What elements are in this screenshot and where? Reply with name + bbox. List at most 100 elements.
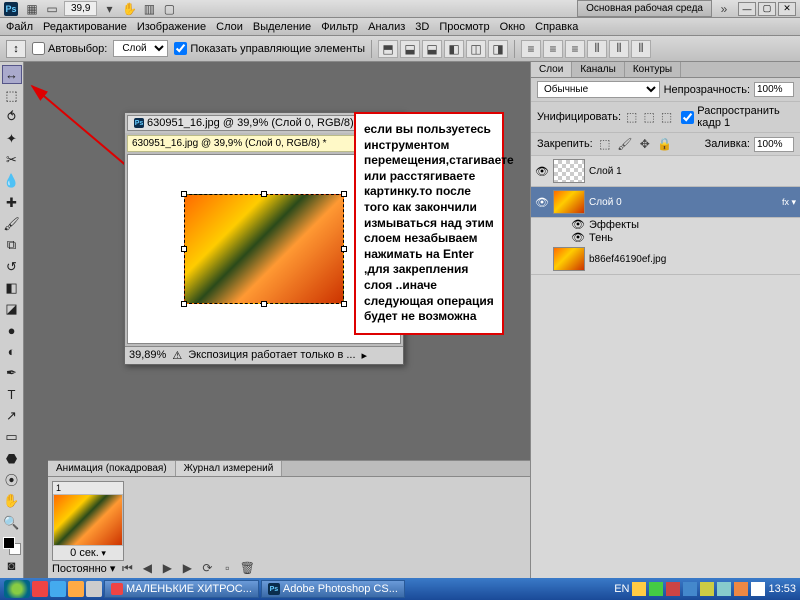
tab-measurements[interactable]: Журнал измерений — [176, 461, 283, 476]
stamp-tool[interactable]: ⧉ — [2, 236, 22, 255]
unify-style-icon[interactable]: ⬚ — [660, 109, 673, 125]
dist-left-icon[interactable]: ⫴ — [587, 40, 607, 58]
tab-paths[interactable]: Контуры — [625, 62, 681, 77]
minimize-button[interactable]: — — [738, 2, 756, 16]
zoom-tool[interactable]: 🔍 — [2, 513, 22, 532]
dist-top-icon[interactable]: ≡ — [521, 40, 541, 58]
transform-handle[interactable] — [341, 191, 347, 197]
tray-icon[interactable] — [700, 582, 714, 596]
propagate-checkbox[interactable]: Распространить кадр 1 — [681, 105, 794, 129]
fx-badge-icon[interactable]: fx ▾ — [782, 197, 796, 208]
3d-tool[interactable]: ⬣ — [2, 449, 22, 468]
current-tool-icon[interactable]: ↕ — [6, 40, 26, 58]
blend-mode-select[interactable]: Обычные — [537, 81, 660, 98]
eye-icon[interactable]: 👁 — [571, 231, 585, 244]
transform-handle[interactable] — [261, 191, 267, 197]
language-indicator[interactable]: EN — [614, 583, 629, 595]
visibility-icon[interactable]: 👁 — [535, 165, 549, 178]
gradient-tool[interactable]: ◪ — [2, 300, 22, 319]
wand-tool[interactable]: ✦ — [2, 129, 22, 148]
arrange-icon[interactable]: ▥ — [141, 1, 157, 17]
eraser-tool[interactable]: ◧ — [2, 278, 22, 297]
hand-icon[interactable]: ✋ — [121, 1, 137, 17]
path-tool[interactable]: ↗ — [2, 406, 22, 425]
tab-animation[interactable]: Анимация (покадровая) — [48, 461, 176, 476]
layer-name[interactable]: Слой 1 — [589, 166, 622, 177]
dist-hcenter-icon[interactable]: ⫴ — [609, 40, 629, 58]
tray-icon[interactable] — [751, 582, 765, 596]
menu-layer[interactable]: Слои — [216, 21, 243, 33]
bridge-icon[interactable]: ▦ — [24, 1, 40, 17]
zoom-dropdown-icon[interactable]: ▾ — [101, 1, 117, 17]
menu-filter[interactable]: Фильтр — [321, 21, 358, 33]
layer-effect-shadow[interactable]: 👁 Тень — [531, 231, 800, 244]
type-tool[interactable]: T — [2, 385, 22, 404]
color-swatches[interactable] — [3, 537, 21, 554]
animation-frame[interactable]: 1 0 сек. ▾ — [52, 481, 124, 561]
menu-help[interactable]: Справка — [535, 21, 578, 33]
transform-handle[interactable] — [181, 191, 187, 197]
marquee-tool[interactable]: ⬚ — [2, 86, 22, 105]
align-right-icon[interactable]: ◨ — [488, 40, 508, 58]
layer-name[interactable]: Слой 0 — [589, 197, 622, 208]
align-left-icon[interactable]: ◧ — [444, 40, 464, 58]
transform-handle[interactable] — [341, 301, 347, 307]
status-zoom[interactable]: 39,89% — [129, 349, 166, 362]
align-vcenter-icon[interactable]: ⬓ — [400, 40, 420, 58]
unify-visibility-icon[interactable]: ⬚ — [642, 109, 655, 125]
tray-icon[interactable] — [734, 582, 748, 596]
transform-handle[interactable] — [181, 301, 187, 307]
frame-delay[interactable]: 0 сек. ▾ — [53, 546, 123, 560]
ql-opera-icon[interactable] — [32, 581, 48, 597]
tray-icon[interactable] — [717, 582, 731, 596]
prev-frame-icon[interactable]: ◀ — [139, 560, 155, 576]
pen-tool[interactable]: ✒ — [2, 364, 22, 383]
taskbar-item[interactable]: МАЛЕНЬКИЕ ХИТРОС... — [104, 580, 259, 598]
workspace-more-icon[interactable]: » — [716, 1, 732, 17]
align-bottom-icon[interactable]: ⬓ — [422, 40, 442, 58]
menu-file[interactable]: Файл — [6, 21, 33, 33]
new-frame-icon[interactable]: ▫ — [219, 560, 235, 576]
menu-window[interactable]: Окно — [500, 21, 526, 33]
start-button[interactable] — [4, 580, 30, 598]
close-button[interactable]: ✕ — [778, 2, 796, 16]
taskbar-item[interactable]: PsAdobe Photoshop CS... — [261, 580, 405, 598]
next-frame-icon[interactable]: ▶ — [179, 560, 195, 576]
shape-tool[interactable]: ▭ — [2, 428, 22, 447]
menu-view[interactable]: Просмотр — [439, 21, 489, 33]
tween-icon[interactable]: ⟳ — [199, 560, 215, 576]
show-controls-checkbox[interactable]: Показать управляющие элементы — [174, 42, 365, 55]
brush-tool[interactable]: 🖌 — [2, 214, 22, 233]
lasso-tool[interactable]: ⥀ — [2, 108, 22, 127]
workspace-switcher[interactable]: Основная рабочая среда — [577, 0, 712, 17]
autoselect-checkbox[interactable]: Автовыбор: — [32, 42, 107, 55]
dodge-tool[interactable]: ◐ — [2, 342, 22, 361]
lock-all-icon[interactable]: 🔒 — [657, 136, 673, 152]
layer-effects-row[interactable]: 👁 Эффекты — [531, 218, 800, 231]
opacity-input[interactable] — [754, 82, 794, 97]
eye-icon[interactable]: 👁 — [571, 218, 585, 231]
clock[interactable]: 13:53 — [768, 583, 796, 595]
menu-select[interactable]: Выделение — [253, 21, 311, 33]
first-frame-icon[interactable]: ⏮ — [119, 560, 135, 576]
dist-right-icon[interactable]: ⫴ — [631, 40, 651, 58]
transform-handle[interactable] — [261, 301, 267, 307]
fill-input[interactable] — [754, 137, 794, 152]
lock-position-icon[interactable]: ✥ — [637, 136, 653, 152]
tray-icon[interactable] — [683, 582, 697, 596]
screen-mode-icon[interactable]: ▢ — [161, 1, 177, 17]
layer-row[interactable]: b86ef46190ef.jpg — [531, 244, 800, 275]
status-arrow-icon[interactable]: ▸ — [362, 349, 368, 362]
layer-name[interactable]: b86ef46190ef.jpg — [589, 254, 666, 265]
tray-icon[interactable] — [666, 582, 680, 596]
play-icon[interactable]: ▶ — [159, 560, 175, 576]
ql-app-icon[interactable] — [86, 581, 102, 597]
delete-frame-icon[interactable]: 🗑 — [239, 560, 255, 576]
ql-ie-icon[interactable] — [50, 581, 66, 597]
crop-tool[interactable]: ✂ — [2, 150, 22, 169]
transform-handle[interactable] — [181, 246, 187, 252]
align-top-icon[interactable]: ⬒ — [378, 40, 398, 58]
tab-layers[interactable]: Слои — [531, 62, 572, 77]
menu-analysis[interactable]: Анализ — [368, 21, 405, 33]
move-tool[interactable]: ↔ — [2, 65, 22, 84]
